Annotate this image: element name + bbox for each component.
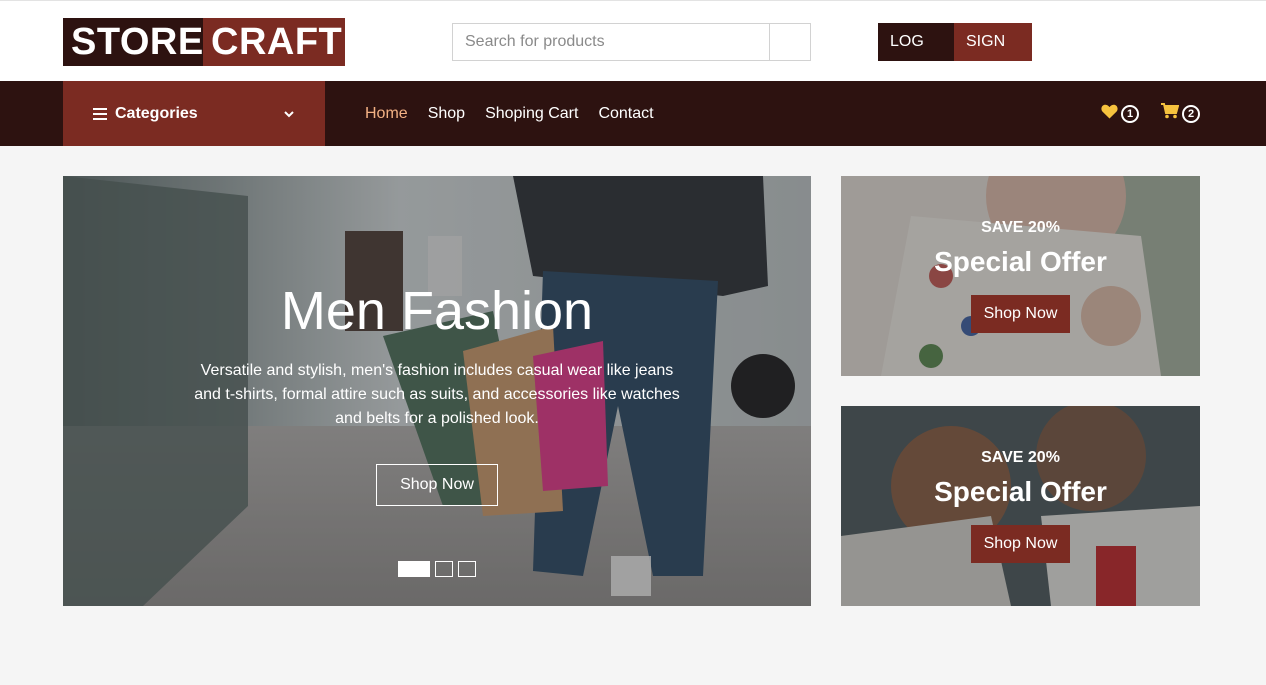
categories-dropdown[interactable]: Categories (63, 81, 325, 146)
carousel-indicator-3[interactable] (458, 561, 476, 577)
top-header: STORE CRAFT LOG IN SIGN UP (0, 0, 1266, 88)
search-button[interactable] (769, 24, 810, 60)
nav-link-shop[interactable]: Shop (428, 105, 465, 123)
hero-shop-now-button[interactable]: Shop Now (376, 464, 498, 506)
offer-1-save-text: SAVE 20% (981, 219, 1060, 236)
offer-1-title: Special Offer (934, 246, 1107, 277)
hero-content: Men Fashion Versatile and stylish, men's… (63, 176, 811, 606)
offer-2-save-text: SAVE 20% (981, 449, 1060, 466)
hero-carousel: Men Fashion Versatile and stylish, men's… (63, 176, 811, 606)
nav-link-contact[interactable]: Contact (598, 105, 653, 123)
nav-menu: Home Shop Shoping Cart Contact (365, 81, 674, 146)
nav-icons: 1 2 (1079, 81, 1200, 146)
store-logo[interactable]: STORE CRAFT (63, 18, 345, 66)
carousel-indicators (398, 561, 481, 577)
offer-2-shop-now-button[interactable]: Shop Now (971, 525, 1070, 563)
login-button[interactable]: LOG IN (878, 23, 954, 88)
search-bar (452, 23, 811, 61)
hero-title: Men Fashion (280, 281, 594, 341)
search-input[interactable] (453, 24, 769, 60)
chevron-down-icon (283, 108, 295, 120)
carousel-indicator-2[interactable] (435, 561, 453, 577)
categories-label: Categories (115, 104, 198, 122)
auth-buttons: LOG IN SIGN UP (878, 23, 1032, 88)
cart-count: 2 (1182, 104, 1200, 123)
special-offer-card-1: SAVE 20% Special Offer Shop Now (841, 176, 1200, 376)
bars-icon (93, 107, 107, 120)
hero-description: Versatile and stylish, men's fashion inc… (194, 362, 680, 427)
offer-1-shop-now-button[interactable]: Shop Now (971, 295, 1070, 333)
cart-icon (1161, 103, 1180, 124)
nav-link-shopping-cart[interactable]: Shoping Cart (485, 105, 578, 123)
carousel-indicator-1[interactable] (398, 561, 430, 577)
main-navbar: Categories Home Shop Shoping Cart Contac… (0, 81, 1266, 146)
offer-2-title: Special Offer (934, 476, 1107, 507)
logo-part-2: CRAFT (203, 18, 345, 66)
special-offer-card-2: SAVE 20% Special Offer Shop Now (841, 406, 1200, 606)
cart-button[interactable]: 2 (1161, 103, 1200, 124)
wishlist-count: 1 (1121, 104, 1139, 123)
logo-part-1: STORE (63, 18, 203, 66)
wishlist-button[interactable]: 1 (1101, 104, 1139, 124)
signup-button[interactable]: SIGN UP (954, 23, 1032, 88)
heart-icon (1101, 104, 1118, 124)
nav-link-home[interactable]: Home (365, 105, 408, 123)
